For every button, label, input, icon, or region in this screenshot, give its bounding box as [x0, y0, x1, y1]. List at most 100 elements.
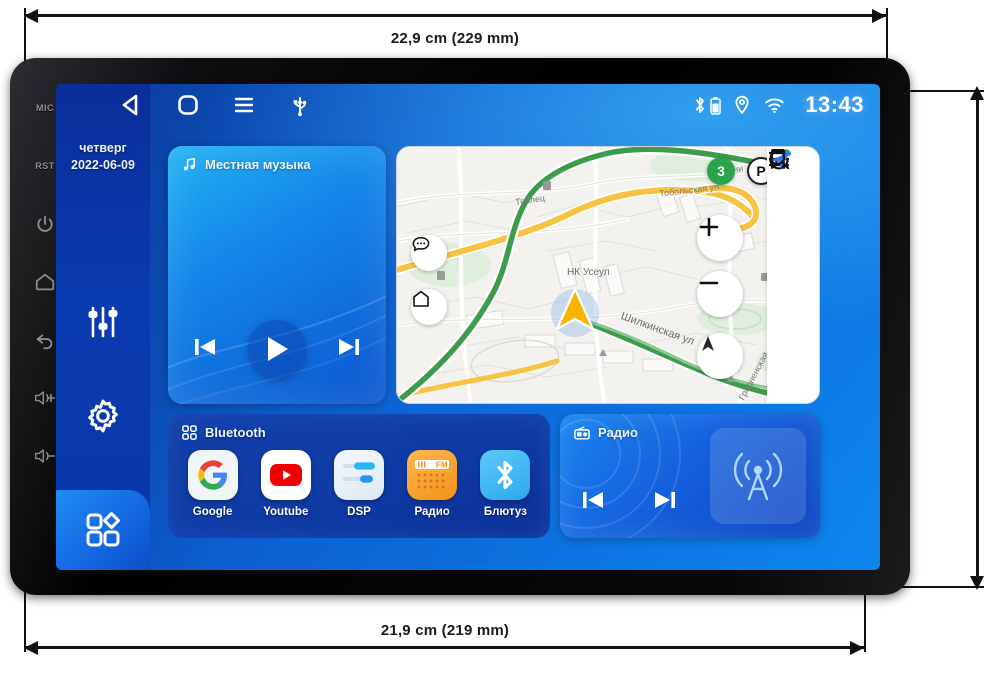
- radio-glyph: FM: [415, 460, 450, 489]
- map-zoom-out-button[interactable]: [697, 271, 743, 317]
- weekday-text: четверг: [79, 141, 127, 155]
- dim-arrow-right-bottom: [970, 576, 984, 590]
- music-transport-controls: [168, 320, 386, 378]
- dim-line-bottom: [24, 646, 864, 649]
- map-chat-button[interactable]: [411, 235, 447, 271]
- dim-arrow-bottom-right: [850, 641, 864, 655]
- google-icon: [187, 450, 238, 500]
- music-widget-header: Местная музыка: [182, 157, 311, 172]
- map-navigator-button[interactable]: [769, 150, 813, 295]
- app-google-label: Google: [192, 506, 233, 518]
- apps-icon-row: Google Youtube DSP FM Радио Блютуз: [168, 450, 550, 518]
- map-compass-button[interactable]: [697, 333, 743, 379]
- radio-next-button[interactable]: [650, 485, 680, 520]
- dim-label-top: 22,9 cm (229 mm): [390, 30, 520, 47]
- head-unit-device: MIC RST четверг 2022-06-09 13:43 Местная…: [10, 58, 910, 595]
- wifi-icon: [765, 98, 784, 113]
- apps-grid-icon: [86, 512, 120, 547]
- music-widget[interactable]: Местная музыка: [168, 146, 386, 404]
- usb-status-button[interactable]: [272, 84, 328, 126]
- dim-line-right: [976, 90, 979, 586]
- sidebar-item-settings[interactable]: [56, 384, 150, 448]
- music-play-button[interactable]: [248, 320, 306, 378]
- back-arrow-icon: [36, 334, 53, 350]
- apps-widget-header: Bluetooth: [182, 425, 266, 440]
- map-bookmark-button[interactable]: [771, 149, 813, 248]
- gear-icon: [88, 399, 118, 433]
- youtube-glyph: [269, 464, 302, 486]
- chat-icon: [412, 237, 430, 252]
- next-station-icon: [655, 492, 675, 508]
- map-location-arrow-button[interactable]: [770, 152, 813, 342]
- location-pin-icon: [735, 95, 749, 115]
- grid-icon: [182, 425, 197, 440]
- radio-tower-icon: [733, 452, 783, 501]
- app-youtube-label: Youtube: [263, 506, 309, 518]
- play-icon: [268, 337, 288, 361]
- previous-track-icon: [195, 338, 215, 355]
- home-square-icon: [178, 95, 198, 115]
- app-radio[interactable]: FM Радио: [401, 450, 463, 518]
- status-bar-nav-icons: [56, 84, 328, 126]
- map-traffic-value: 3: [717, 163, 725, 179]
- plus-icon: [699, 217, 719, 237]
- radio-artwork: [710, 428, 806, 524]
- sidebar-item-all-apps[interactable]: [56, 490, 150, 570]
- status-bar-indicators: 13:43: [693, 92, 880, 118]
- nav-home-button[interactable]: [160, 84, 216, 126]
- touchscreen[interactable]: четверг 2022-06-09 13:43 Местная музыка …: [56, 84, 880, 570]
- radio-app-icon: FM: [407, 450, 458, 500]
- bluetooth-app-icon: [480, 450, 531, 500]
- apps-widget[interactable]: Bluetooth Google Youtube DSP FM Радио Бл…: [168, 414, 550, 538]
- dsp-icon: [333, 450, 384, 500]
- map-layers-button[interactable]: [411, 289, 447, 325]
- previous-station-icon: [583, 492, 603, 508]
- nav-back-button[interactable]: [104, 84, 160, 126]
- app-dsp[interactable]: DSP: [328, 450, 390, 518]
- music-next-button[interactable]: [334, 332, 364, 367]
- volume-down-icon: [34, 449, 56, 463]
- menu-lines-icon: [234, 97, 254, 113]
- home-icon: [35, 273, 55, 291]
- layers-icon: [413, 290, 429, 307]
- app-bluetooth-label: Блютуз: [483, 506, 527, 518]
- youtube-icon: [260, 450, 311, 500]
- compass-icon: [702, 336, 714, 351]
- date-text: 2022-06-09: [71, 158, 135, 172]
- map-search-button[interactable]: [769, 149, 813, 389]
- dim-arrow-top-right: [872, 9, 886, 23]
- bluetooth-icon: [696, 97, 705, 113]
- status-bar: 13:43: [56, 84, 880, 126]
- nav-recents-button[interactable]: [216, 84, 272, 126]
- map-street-label: НК Усеул: [567, 267, 610, 278]
- radio-small-icon: [574, 426, 590, 439]
- music-widget-title: Местная музыка: [205, 157, 311, 172]
- map-widget[interactable]: Тобольская ул Терлец Охотни НК Усеул Шил…: [396, 146, 820, 404]
- hw-mic-label: MIC: [36, 103, 54, 113]
- app-youtube[interactable]: Youtube: [255, 450, 317, 518]
- date-display: четверг 2022-06-09: [56, 140, 150, 174]
- dim-line-top: [24, 14, 886, 17]
- dsp-glyph: [342, 462, 375, 483]
- radio-widget-header: Радио: [574, 425, 638, 440]
- app-bluetooth[interactable]: Блютуз: [474, 450, 536, 518]
- app-dsp-label: DSP: [347, 506, 371, 518]
- equalizer-icon: [88, 306, 118, 338]
- battery-icon: [710, 96, 721, 115]
- dim-label-bottom: 21,9 cm (219 mm): [380, 622, 510, 639]
- radio-widget[interactable]: Радио: [560, 414, 820, 538]
- clock-text: 13:43: [805, 92, 864, 117]
- bluetooth-glyph: [497, 460, 513, 490]
- music-previous-button[interactable]: [190, 332, 220, 367]
- app-google[interactable]: Google: [182, 450, 244, 518]
- map-parking-value: P: [756, 163, 766, 179]
- map-traffic-badge[interactable]: 3: [707, 157, 735, 185]
- dim-arrow-right-top: [970, 86, 984, 100]
- sidebar-item-equalizer[interactable]: [56, 290, 150, 354]
- map-zoom-in-button[interactable]: [697, 215, 743, 261]
- volume-up-icon: [34, 391, 56, 405]
- radio-previous-button[interactable]: [578, 485, 608, 520]
- music-note-icon: [183, 157, 195, 171]
- next-track-icon: [339, 338, 359, 355]
- minus-icon: [699, 281, 719, 285]
